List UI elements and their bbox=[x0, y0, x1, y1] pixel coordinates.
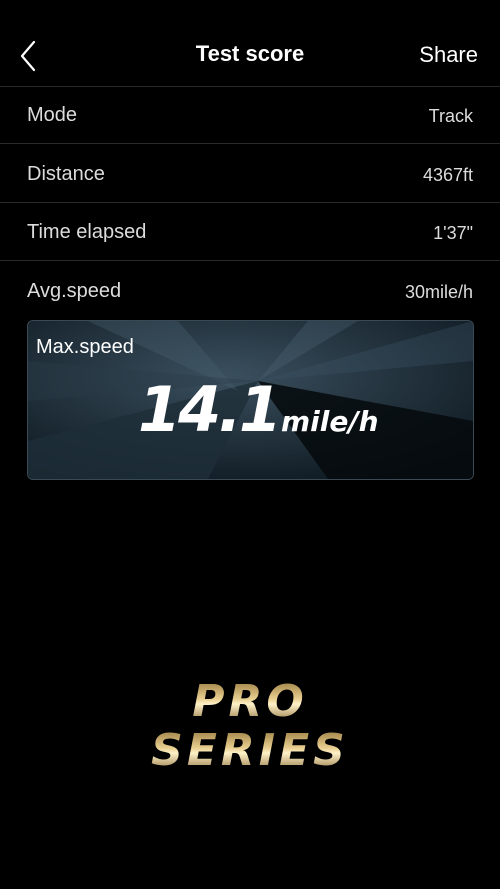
share-button[interactable]: Share bbox=[419, 42, 478, 68]
nav-header: Test score Share bbox=[0, 0, 500, 87]
time-elapsed-value: 1'37" bbox=[433, 223, 473, 243]
time-elapsed-label: Time elapsed bbox=[27, 221, 147, 243]
avg-speed-row: Avg.speed 30mile/h bbox=[0, 262, 500, 320]
distance-row: Distance 4367ft bbox=[0, 145, 500, 203]
logo-line-series: SERIES bbox=[151, 725, 349, 776]
mode-value: Track bbox=[428, 106, 473, 126]
logo-line-pro: PRO bbox=[192, 676, 308, 727]
back-button[interactable] bbox=[14, 36, 44, 76]
distance-label: Distance bbox=[27, 163, 105, 185]
distance-value: 4367ft bbox=[422, 165, 473, 185]
test-score-screen: Test score Share Mode Track Distance 436… bbox=[0, 0, 500, 889]
max-speed-value: 14.1mile/h bbox=[138, 373, 379, 446]
max-speed-card: Max.speed 14.1mile/h bbox=[27, 320, 474, 480]
avg-speed-value: 30mile/h bbox=[404, 282, 473, 302]
mode-row: Mode Track bbox=[0, 86, 500, 144]
avg-speed-label: Avg.speed bbox=[27, 280, 122, 302]
time-elapsed-row: Time elapsed 1'37" bbox=[0, 203, 500, 261]
max-speed-number: 14.1 bbox=[138, 373, 282, 446]
max-speed-label: Max.speed bbox=[36, 336, 134, 358]
max-speed-unit: mile/h bbox=[280, 405, 379, 438]
mode-label: Mode bbox=[27, 104, 78, 126]
pro-series-logo: PRO SERIES bbox=[151, 676, 349, 776]
chevron-left-icon bbox=[20, 40, 36, 72]
